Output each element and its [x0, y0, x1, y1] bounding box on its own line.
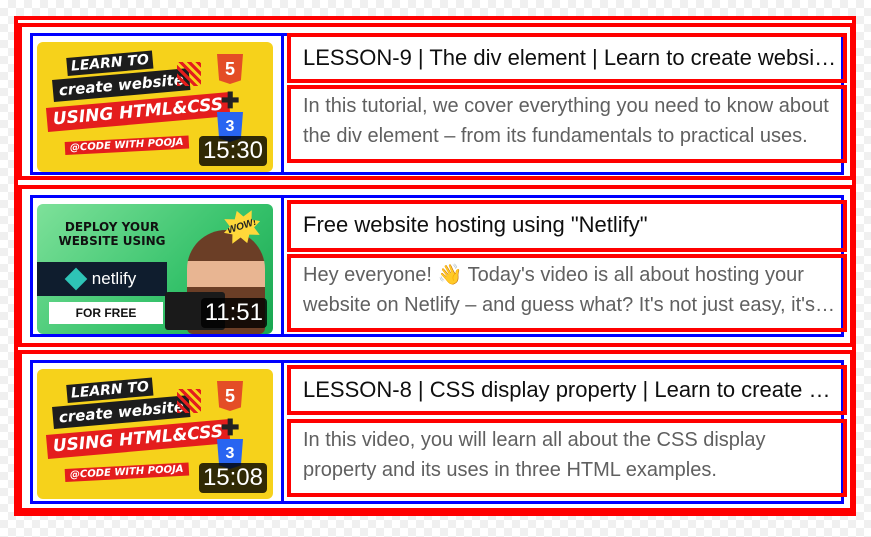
video-title-box[interactable]: Free website hosting using "Netlify" [287, 200, 847, 252]
video-title-box[interactable]: LESSON-8 | CSS display property | Learn … [287, 365, 847, 415]
video-card[interactable]: DEPLOY YOUR WEBSITE USING netlify FOR FR… [30, 195, 847, 337]
video-duration: 15:08 [198, 463, 267, 493]
video-duration: 11:51 [200, 298, 267, 328]
video-row: DEPLOY YOUR WEBSITE USING netlify FOR FR… [18, 185, 854, 347]
video-row: LEARN TO create website USING HTML&CSS @… [18, 23, 854, 180]
video-text: LESSON-9 | The div element | Learn to cr… [287, 33, 847, 172]
video-text: LESSON-8 | CSS display property | Learn … [287, 360, 847, 501]
video-description: In this video, you will learn all about … [303, 429, 766, 481]
video-title[interactable]: LESSON-8 | CSS display property | Learn … [303, 369, 839, 411]
video-text: Free website hosting using "Netlify" Hey… [287, 195, 847, 334]
html5-logo-icon: 5 [217, 54, 243, 84]
video-title-box[interactable]: LESSON-9 | The div element | Learn to cr… [287, 33, 847, 83]
video-row: LEARN TO create website USING HTML&CSS @… [18, 350, 854, 512]
video-title[interactable]: Free website hosting using "Netlify" [303, 204, 839, 248]
video-description: In this tutorial, we cover everything yo… [303, 95, 829, 147]
video-thumbnail[interactable]: LEARN TO create website USING HTML&CSS @… [37, 369, 273, 499]
thumbnail-text-line: DEPLOY YOUR [64, 220, 160, 234]
video-title[interactable]: LESSON-9 | The div element | Learn to cr… [303, 37, 839, 79]
decorative-stripes-icon [177, 389, 201, 413]
video-thumbnail[interactable]: DEPLOY YOUR WEBSITE USING netlify FOR FR… [37, 204, 273, 334]
video-duration: 15:30 [198, 136, 267, 166]
decorative-stripes-icon [177, 62, 201, 86]
thumbnail-handle: @CODE WITH POOJA [64, 135, 189, 155]
plus-icon: ✚ [221, 88, 240, 113]
netlify-logo: netlify [37, 262, 167, 296]
video-description-box: In this tutorial, we cover everything yo… [287, 85, 847, 163]
thumbnail-container[interactable]: LEARN TO create website USING HTML&CSS @… [33, 36, 284, 172]
thumbnail-handle: @CODE WITH POOJA [64, 462, 189, 482]
thumbnail-text: FOR FREE [49, 302, 163, 324]
thumbnail-text: DEPLOY YOUR WEBSITE USING [49, 220, 175, 248]
netlify-icon [64, 267, 88, 291]
html5-logo-icon: 5 [217, 381, 243, 411]
video-description: Hey everyone! 👋 Today's video is all abo… [303, 264, 815, 316]
video-thumbnail[interactable]: LEARN TO create website USING HTML&CSS @… [37, 42, 273, 172]
video-description-box: Hey everyone! 👋 Today's video is all abo… [287, 254, 847, 332]
thumbnail-text-line: WEBSITE USING [58, 234, 166, 248]
netlify-brand-text: netlify [91, 269, 137, 288]
video-description-box: In this video, you will learn all about … [287, 419, 847, 497]
thumbnail-container[interactable]: DEPLOY YOUR WEBSITE USING netlify FOR FR… [33, 198, 284, 334]
plus-icon: ✚ [221, 415, 240, 440]
video-card[interactable]: LEARN TO create website USING HTML&CSS @… [30, 360, 847, 504]
thumbnail-container[interactable]: LEARN TO create website USING HTML&CSS @… [33, 363, 284, 501]
video-card[interactable]: LEARN TO create website USING HTML&CSS @… [30, 33, 847, 175]
